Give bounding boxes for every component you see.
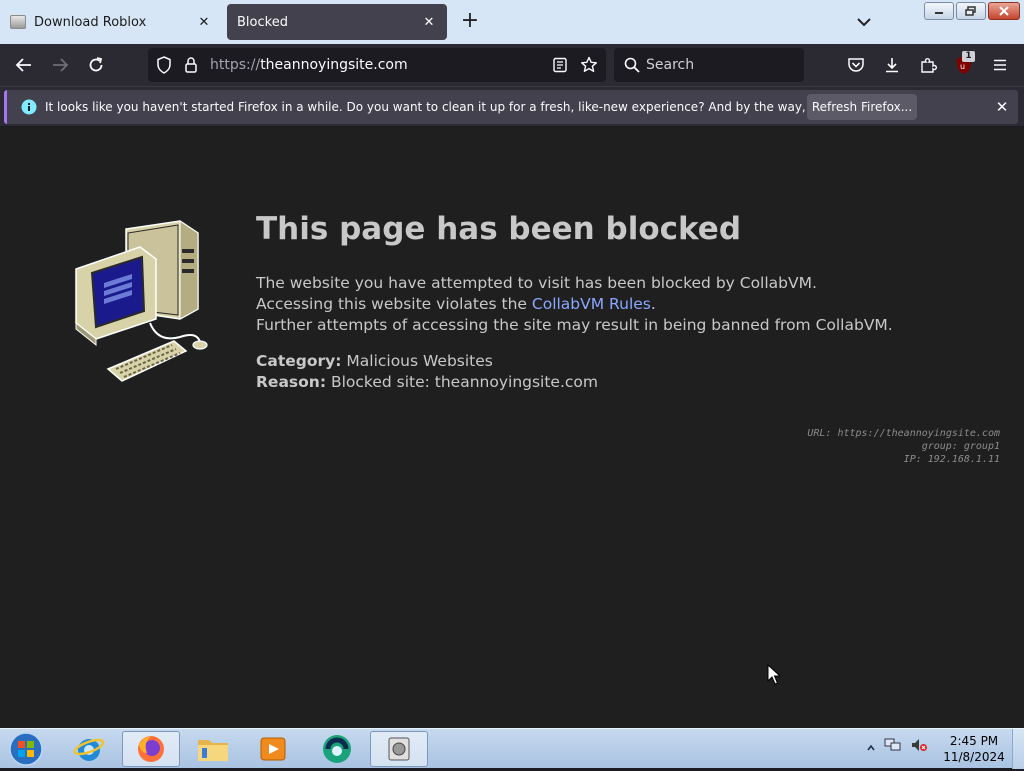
reader-view-icon[interactable]	[552, 57, 568, 77]
category-row: Category: Malicious Websites	[256, 351, 598, 372]
block-explanation: The website you have attempted to visit …	[256, 273, 893, 336]
refresh-firefox-button[interactable]: Refresh Firefox...	[807, 94, 917, 120]
reason-label: Reason:	[256, 373, 327, 391]
explanation-line-2: Accessing this website violates the Coll…	[256, 294, 893, 315]
extension-badge: 1	[962, 51, 975, 62]
svg-text:u: u	[960, 62, 965, 71]
search-placeholder: Search	[646, 57, 695, 73]
tab-blocked[interactable]: Blocked ✕	[227, 4, 447, 40]
lock-icon[interactable]	[184, 56, 198, 78]
menu-hamburger-icon[interactable]	[988, 53, 1012, 77]
close-tab-icon[interactable]: ✕	[421, 14, 437, 30]
close-window-button[interactable]	[988, 2, 1020, 20]
page-title: This page has been blocked	[256, 211, 742, 247]
block-details: Category: Malicious Websites Reason: Blo…	[256, 351, 598, 393]
notification-box: It looks like you haven't started Firefo…	[4, 90, 1018, 124]
tab-download-roblox[interactable]: Download Roblox ✕	[0, 4, 222, 40]
file-explorer-icon[interactable]	[184, 731, 242, 767]
category-label: Category:	[256, 352, 342, 370]
tracking-shield-icon[interactable]	[156, 56, 172, 78]
info-icon	[21, 99, 37, 119]
app-taskbar-icon[interactable]	[308, 731, 366, 767]
clock-date: 11/8/2024	[943, 750, 1005, 764]
taskbar: 2:45 PM 11/8/2024	[0, 728, 1024, 769]
debug-url: URL: https://theannoyingsite.com	[807, 428, 1000, 439]
debug-group: group: group1	[921, 441, 1000, 452]
internet-explorer-icon[interactable]	[60, 731, 118, 767]
pocket-icon[interactable]	[844, 53, 868, 77]
clock-time: 2:45 PM	[949, 734, 999, 748]
debug-info: URL: https://theannoyingsite.com group: …	[807, 427, 1000, 466]
notification-bar: It looks like you haven't started Firefo…	[0, 86, 1024, 126]
close-notification-icon[interactable]: ✕	[993, 98, 1011, 116]
start-button[interactable]	[6, 731, 46, 767]
reason-row: Reason: Blocked site: theannoyingsite.co…	[256, 372, 598, 393]
minimize-button[interactable]	[924, 2, 954, 20]
url-protocol: https://	[210, 57, 261, 73]
address-bar[interactable]: https://theannoyingsite.com	[148, 48, 606, 82]
forward-arrow-icon[interactable]	[48, 53, 72, 77]
downloads-icon[interactable]	[880, 53, 904, 77]
line-2-suffix: .	[650, 295, 656, 313]
close-tab-icon[interactable]: ✕	[196, 14, 212, 30]
tab-label: Download Roblox	[34, 14, 147, 30]
bookmark-star-icon[interactable]	[580, 56, 598, 78]
back-arrow-icon[interactable]	[12, 53, 36, 77]
show-desktop-button[interactable]	[1012, 729, 1024, 769]
firefox-taskbar-icon[interactable]	[122, 731, 180, 767]
volume-muted-icon[interactable]	[910, 737, 928, 757]
explanation-line-1: The website you have attempted to visit …	[256, 274, 817, 292]
disk-app-taskbar-icon[interactable]	[370, 731, 428, 767]
system-tray	[866, 737, 928, 757]
restore-button[interactable]	[956, 2, 986, 20]
show-hidden-icons-icon[interactable]	[866, 738, 876, 757]
computer-illustration	[75, 220, 208, 382]
url-text[interactable]: https://theannoyingsite.com	[210, 57, 408, 73]
extensions-puzzle-icon[interactable]	[916, 53, 940, 77]
explanation-line-3: Further attempts of accessing the site m…	[256, 316, 893, 334]
url-host: theannoyingsite.com	[260, 57, 408, 73]
debug-ip: IP: 192.168.1.11	[903, 454, 1000, 465]
taskbar-clock[interactable]: 2:45 PM 11/8/2024	[936, 733, 1012, 765]
chevron-down-icon[interactable]	[852, 12, 876, 32]
reason-value: Blocked site: theannoyingsite.com	[330, 373, 599, 391]
notification-message: It looks like you haven't started Firefo…	[45, 100, 901, 114]
window-controls	[924, 2, 1020, 20]
search-bar[interactable]: Search	[614, 48, 804, 82]
navigation-toolbar: https://theannoyingsite.com Search u	[0, 44, 1024, 86]
tab-strip: Download Roblox ✕ Blocked ✕ +	[0, 0, 1024, 44]
search-icon	[624, 57, 640, 77]
network-icon[interactable]	[884, 737, 902, 757]
page-content: This page has been blocked The website y…	[0, 127, 1024, 728]
page-icon	[10, 15, 26, 29]
collabvm-rules-link[interactable]: CollabVM Rules	[532, 295, 651, 313]
media-player-icon[interactable]	[244, 731, 302, 767]
new-tab-plus-icon[interactable]: +	[458, 10, 482, 34]
reload-icon[interactable]	[84, 53, 108, 77]
mouse-pointer-icon	[767, 664, 781, 685]
line-2-prefix: Accessing this website violates the	[256, 295, 532, 313]
tab-label: Blocked	[237, 14, 288, 30]
category-value: Malicious Websites	[346, 352, 493, 370]
